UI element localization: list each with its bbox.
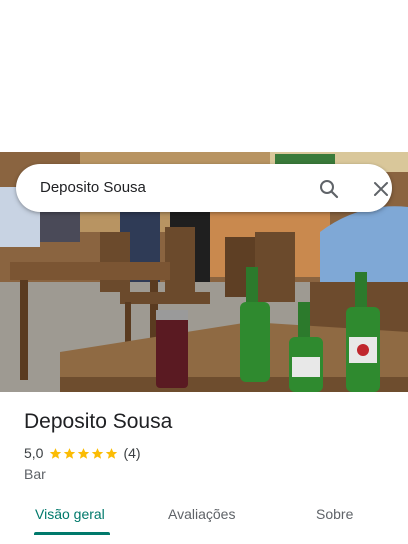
search-icon[interactable] [316, 176, 342, 202]
place-tabs: Visão geral Avaliações Sobre [0, 496, 408, 544]
star-icon [106, 447, 118, 459]
star-icon [64, 447, 76, 459]
tab-overview[interactable]: Visão geral [35, 506, 105, 522]
star-icon [50, 447, 62, 459]
star-icon [78, 447, 90, 459]
star-icon [92, 447, 104, 459]
tab-about[interactable]: Sobre [316, 506, 353, 522]
review-count[interactable]: (4) [123, 445, 140, 461]
place-category: Bar [24, 466, 46, 482]
tab-reviews[interactable]: Avaliações [168, 506, 235, 522]
search-bar[interactable]: Deposito Sousa [16, 164, 392, 212]
active-tab-indicator [34, 532, 110, 535]
star-rating [49, 447, 119, 460]
blank-top-area [0, 0, 408, 152]
place-name: Deposito Sousa [24, 410, 173, 433]
rating-value: 5,0 [24, 445, 44, 461]
close-icon[interactable] [368, 176, 394, 202]
search-input[interactable]: Deposito Sousa [40, 179, 146, 196]
rating-row[interactable]: 5,0 (4) [24, 445, 141, 461]
